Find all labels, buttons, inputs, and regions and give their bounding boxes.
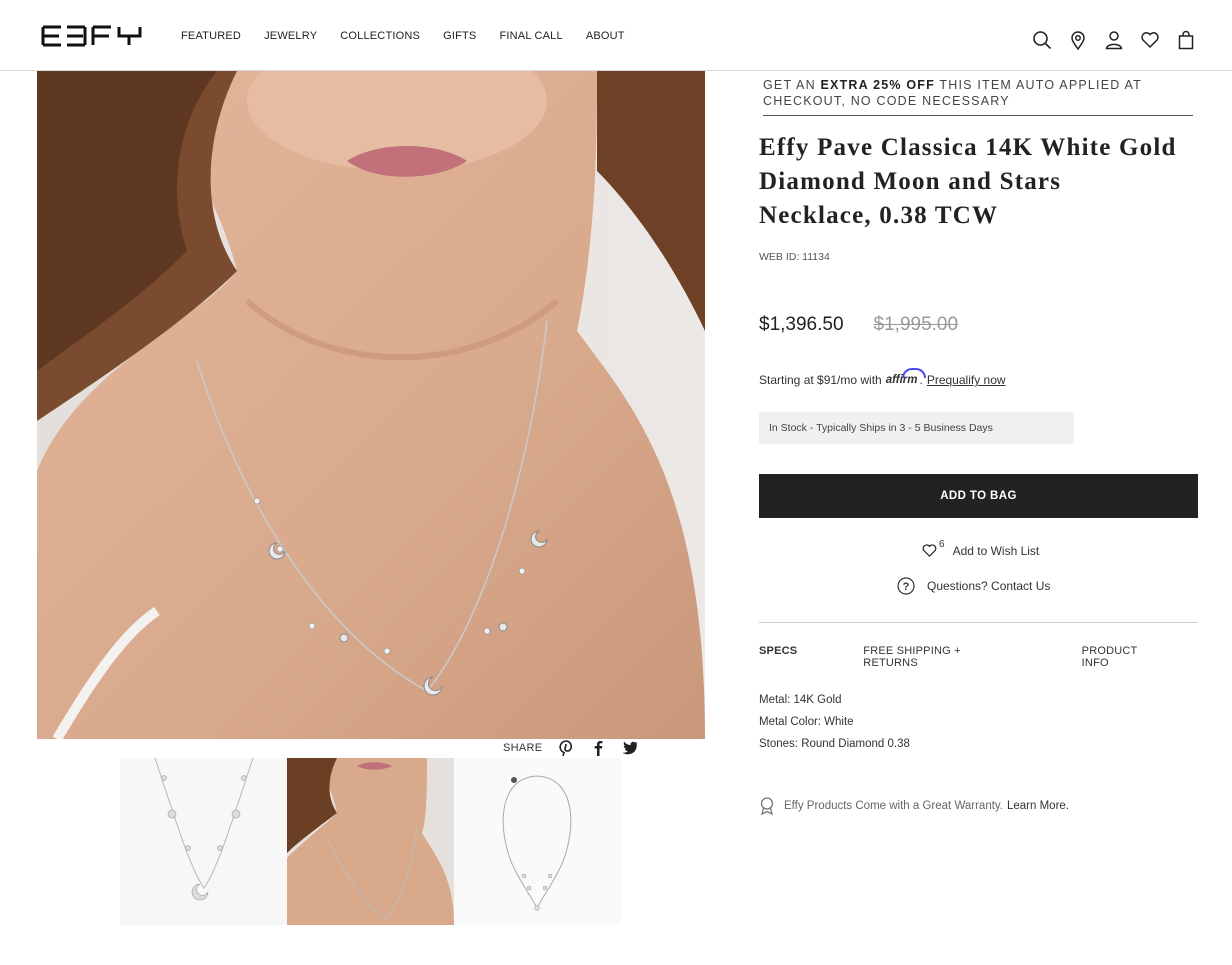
contact-label: Questions? Contact Us xyxy=(927,579,1051,593)
svg-text:?: ? xyxy=(903,581,910,593)
original-price: $1,995.00 xyxy=(873,314,959,335)
facebook-icon[interactable] xyxy=(590,740,606,756)
affirm-financing: Starting at $91/mo with affirm. Prequali… xyxy=(759,368,1006,387)
nav-final-call[interactable]: FINAL CALL xyxy=(499,30,562,42)
ribbon-award-icon xyxy=(760,797,774,815)
affirm-logo: affirm xyxy=(885,368,926,386)
nav-collections[interactable]: COLLECTIONS xyxy=(340,30,420,42)
warranty-text: Effy Products Come with a Great Warranty… xyxy=(784,800,1003,812)
nav-gifts[interactable]: GIFTS xyxy=(443,30,476,42)
tab-product-info[interactable]: PRODUCT INFO xyxy=(1082,645,1166,669)
prequalify-link[interactable]: Prequalify now xyxy=(927,373,1006,387)
pinterest-icon[interactable] xyxy=(558,740,574,757)
promo-banner: GET AN EXTRA 25% OFF THIS ITEM AUTO APPL… xyxy=(763,71,1193,116)
product-title: Effy Pave Classica 14K White Gold Diamon… xyxy=(759,134,1177,229)
spec-metal: Metal: 14K Gold xyxy=(759,694,842,706)
contact-link[interactable]: ? Questions? Contact Us xyxy=(897,577,1050,595)
sale-price: $1,396.50 xyxy=(759,314,844,335)
nav-featured[interactable]: FEATURED xyxy=(181,30,241,42)
wishlist-label: Add to Wish List xyxy=(952,543,1040,558)
spec-metal-color: Metal Color: White xyxy=(759,716,854,728)
main-product-image[interactable] xyxy=(37,71,705,739)
warranty-learn-more-link[interactable]: Learn More. xyxy=(1007,800,1069,812)
heart-icon xyxy=(922,544,937,557)
wishlist-button[interactable]: 6 Add to Wish List xyxy=(922,539,1040,558)
share-label: SHARE xyxy=(503,742,543,754)
price-block: $1,396.50 $1,995.00 xyxy=(759,314,958,336)
promo-highlight: EXTRA 25% OFF xyxy=(820,78,935,92)
header-icon-bar xyxy=(1032,30,1196,51)
nav-jewelry[interactable]: JEWELRY xyxy=(264,30,317,42)
add-to-bag-button[interactable]: ADD TO BAG xyxy=(759,474,1198,518)
share-bar: SHARE xyxy=(503,740,654,757)
tab-shipping-returns[interactable]: FREE SHIPPING + RETURNS xyxy=(863,645,1015,669)
nav-about[interactable]: ABOUT xyxy=(586,30,625,42)
shopping-bag-icon[interactable] xyxy=(1176,30,1196,50)
heart-icon[interactable] xyxy=(1140,30,1160,50)
thumbnail-3[interactable] xyxy=(454,758,621,925)
web-id: WEB ID: 11134 xyxy=(759,251,830,263)
search-icon[interactable] xyxy=(1032,30,1052,50)
user-icon[interactable] xyxy=(1104,30,1124,50)
thumbnail-strip xyxy=(120,758,621,925)
specs-list: Metal: 14K Gold Metal Color: White Stone… xyxy=(759,689,910,755)
effy-logo[interactable] xyxy=(41,25,142,47)
warranty-note: Effy Products Come with a Great Warranty… xyxy=(759,797,1069,815)
affirm-text: Starting at $91/mo with xyxy=(759,373,882,387)
main-nav: FEATURED JEWELRY COLLECTIONS GIFTS FINAL… xyxy=(181,30,648,42)
tab-specs[interactable]: SPECS xyxy=(759,645,797,669)
thumbnail-2[interactable] xyxy=(287,758,454,925)
promo-text: GET AN EXTRA 25% OFF THIS ITEM AUTO APPL… xyxy=(763,77,1193,109)
location-pin-icon[interactable] xyxy=(1068,30,1088,51)
twitter-icon[interactable] xyxy=(622,740,638,756)
spec-stones: Stones: Round Diamond 0.38 xyxy=(759,738,910,750)
promo-prefix: GET AN xyxy=(763,78,821,92)
product-tabs: SPECS FREE SHIPPING + RETURNS PRODUCT IN… xyxy=(759,645,1232,669)
question-icon: ? xyxy=(897,577,915,595)
thumbnail-1[interactable] xyxy=(120,758,287,925)
wishlist-count: 6 xyxy=(939,539,945,550)
stock-status: In Stock - Typically Ships in 3 - 5 Busi… xyxy=(759,412,1074,444)
section-divider xyxy=(759,622,1198,623)
site-header: FEATURED JEWELRY COLLECTIONS GIFTS FINAL… xyxy=(0,0,1232,71)
